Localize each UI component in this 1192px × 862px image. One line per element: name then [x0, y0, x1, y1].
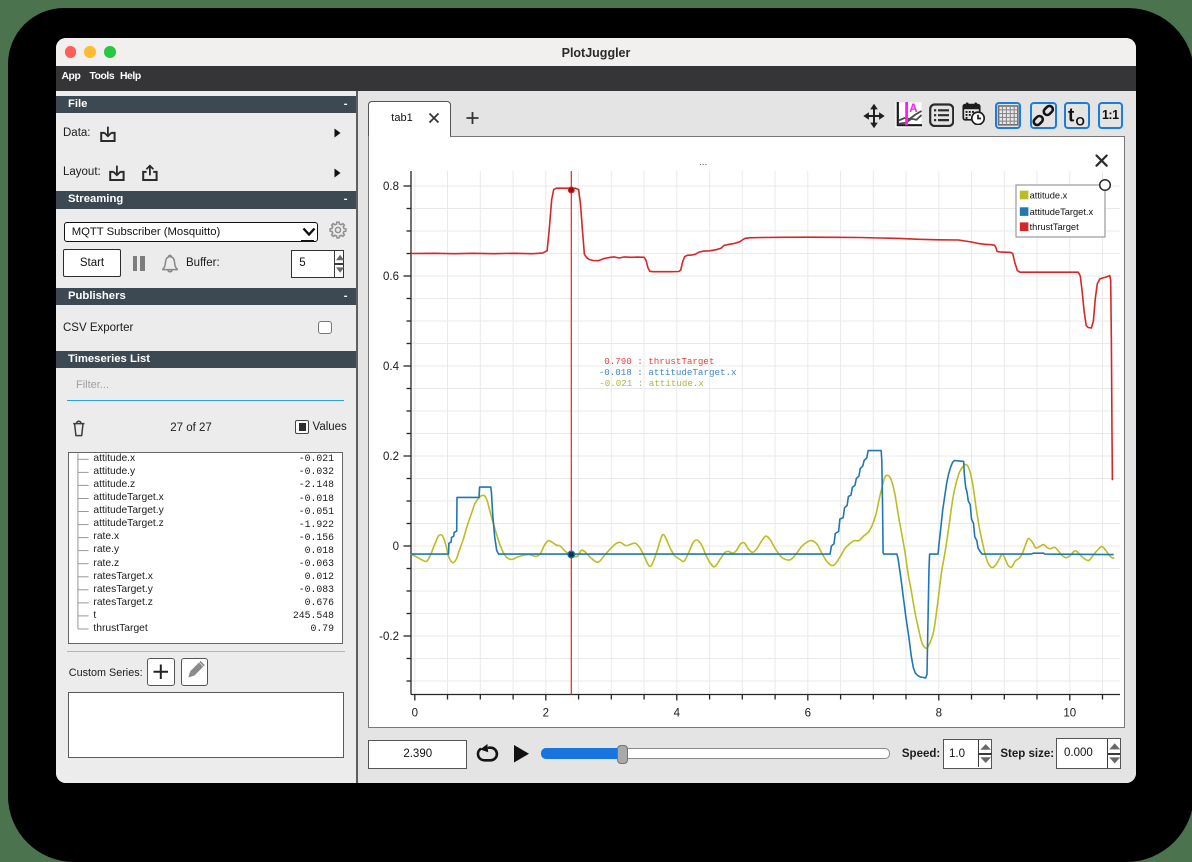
svg-text:0: 0 [412, 708, 418, 720]
svg-text:8: 8 [936, 708, 942, 720]
svg-text:2: 2 [543, 708, 549, 720]
svg-text:-0.018 : attitudeTarget.x: -0.018 : attitudeTarget.x [599, 367, 737, 378]
svg-text:...: ... [699, 157, 707, 168]
svg-text:0.8: 0.8 [383, 181, 399, 193]
svg-text:0: 0 [393, 541, 399, 553]
svg-text:0.2: 0.2 [383, 451, 399, 463]
svg-text:attitude.x: attitude.x [1030, 190, 1068, 200]
svg-text:A: A [909, 103, 917, 115]
svg-text:t: t [1068, 105, 1075, 126]
svg-text:0.4: 0.4 [383, 361, 400, 373]
svg-text:-0.021 : attitude.x: -0.021 : attitude.x [599, 378, 704, 389]
svg-text:0.790 : thrustTarget: 0.790 : thrustTarget [604, 356, 714, 367]
svg-text:attitudeTarget.x: attitudeTarget.x [1030, 207, 1094, 217]
svg-text:thrustTarget: thrustTarget [1030, 222, 1080, 232]
svg-text:6: 6 [805, 708, 811, 720]
svg-text:-0.2: -0.2 [379, 631, 399, 643]
svg-text:10: 10 [1063, 708, 1076, 720]
svg-text:0.6: 0.6 [383, 271, 399, 283]
svg-text:4: 4 [674, 708, 681, 720]
svg-text:O: O [1075, 114, 1084, 128]
